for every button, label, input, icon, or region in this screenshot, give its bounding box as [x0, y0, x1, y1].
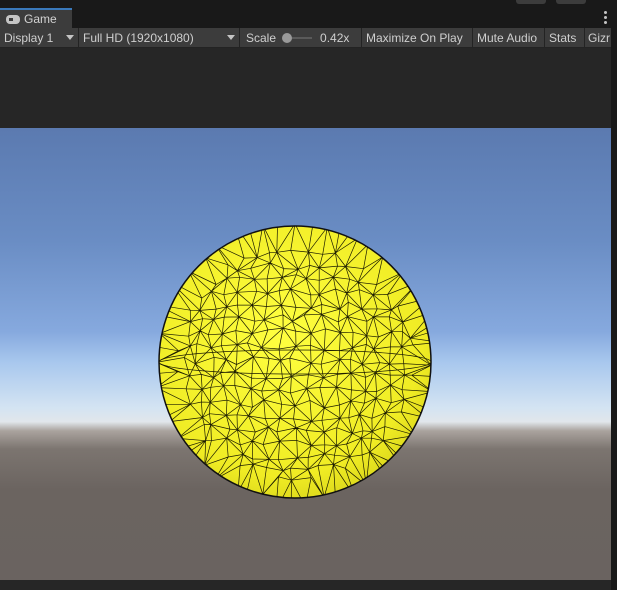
display-label: Display 1 — [4, 30, 54, 45]
maximize-on-play-toggle[interactable]: Maximize On Play — [362, 28, 473, 47]
scale-slider[interactable] — [282, 32, 313, 43]
maximize-on-play-label: Maximize On Play — [366, 30, 463, 45]
mute-audio-label: Mute Audio — [477, 30, 538, 45]
chevron-down-icon — [227, 35, 235, 40]
scale-control: Scale 0.42x — [240, 28, 362, 47]
window-button[interactable] — [516, 0, 546, 4]
letterbox-top — [0, 48, 611, 128]
tab-label: Game — [24, 12, 57, 26]
chevron-down-icon — [66, 35, 74, 40]
tab-bar: Game — [0, 0, 617, 28]
scale-value: 0.42x — [320, 30, 350, 45]
mute-audio-toggle[interactable]: Mute Audio — [473, 28, 545, 47]
window-button[interactable] — [556, 0, 586, 4]
scale-slider-thumb[interactable] — [282, 32, 293, 43]
resolution-dropdown[interactable]: Full HD (1920x1080) — [79, 28, 240, 47]
game-render — [158, 225, 432, 499]
stats-toggle[interactable]: Stats — [545, 28, 585, 47]
gizmos-toggle[interactable]: Gizr — [585, 28, 611, 47]
scale-label: Scale — [246, 30, 277, 45]
resolution-label: Full HD (1920x1080) — [83, 30, 194, 45]
panel-edge — [611, 28, 617, 590]
stats-label: Stats — [549, 30, 577, 45]
tab-game[interactable]: Game — [0, 8, 72, 28]
game-viewport[interactable] — [0, 128, 611, 580]
display-dropdown[interactable]: Display 1 — [0, 28, 79, 47]
letterbox-bottom — [0, 580, 611, 590]
gamepad-icon — [6, 14, 20, 24]
more-options-icon[interactable] — [604, 11, 607, 24]
gizmos-label: Gizr — [588, 30, 610, 45]
game-toolbar: Display 1 Full HD (1920x1080) Scale 0.42… — [0, 28, 611, 48]
